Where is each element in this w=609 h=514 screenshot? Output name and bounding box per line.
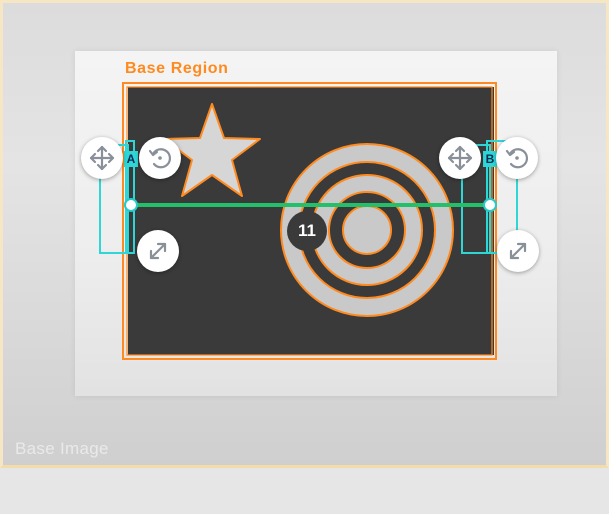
anchor-b-tag: B <box>483 151 497 167</box>
rotate-icon <box>505 148 529 169</box>
anchor-a-move-button[interactable] <box>81 137 123 179</box>
anchor-a-rotate-button[interactable] <box>139 137 181 179</box>
base-image-watermark: Base Image <box>15 439 109 458</box>
anchor-a-resize-button[interactable] <box>137 230 179 272</box>
anchor-b-resize-button[interactable] <box>497 230 539 272</box>
anchor-b-line-handle[interactable] <box>483 198 497 212</box>
anchor-b-rotate-button[interactable] <box>496 137 538 179</box>
rotate-icon <box>148 148 172 169</box>
move-icon <box>447 145 473 171</box>
resize-icon <box>509 242 527 260</box>
bottom-panel <box>0 468 609 514</box>
anchor-a-line-handle[interactable] <box>124 198 138 212</box>
measurement-badge: 11 <box>287 211 327 251</box>
anchor-a-tag: A <box>124 151 138 167</box>
resize-icon <box>149 242 167 260</box>
image-canvas[interactable]: Base Region A B 11 Base Image <box>0 0 609 468</box>
anchor-b-move-button[interactable] <box>439 137 481 179</box>
move-icon <box>89 145 115 171</box>
base-region-label: Base Region <box>125 60 229 77</box>
